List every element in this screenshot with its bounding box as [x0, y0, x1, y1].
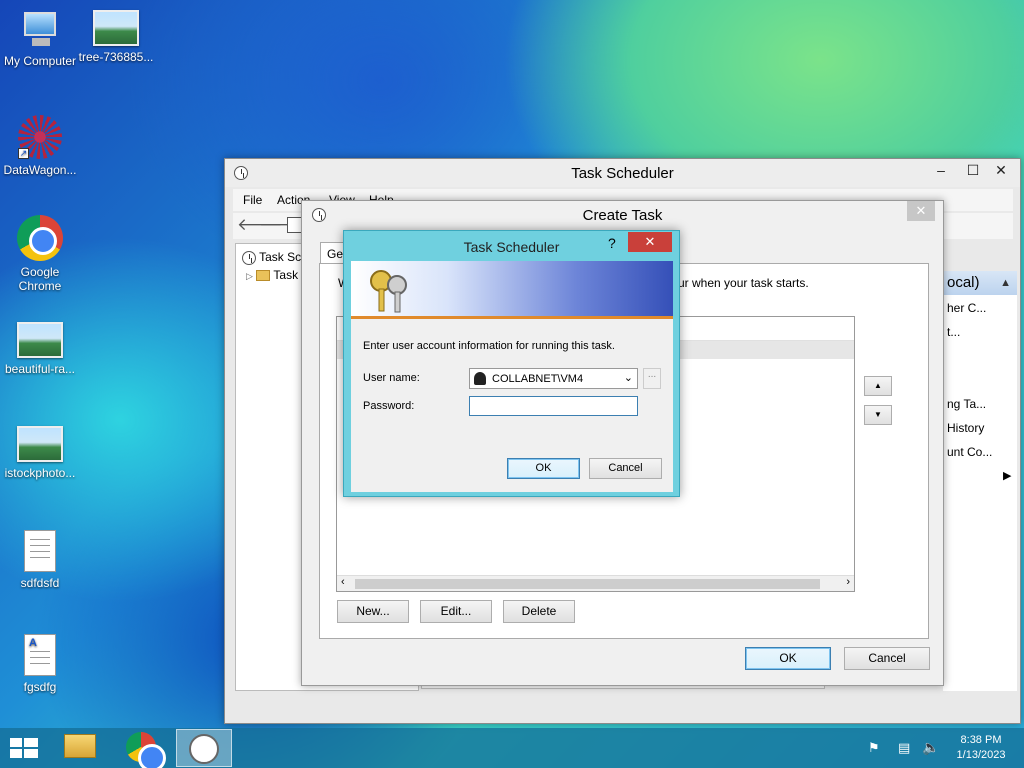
start-button[interactable]: [10, 738, 38, 758]
document-file-icon: A: [24, 634, 56, 676]
desktop-icon-label: tree-736885...: [78, 50, 154, 64]
tree-item-root[interactable]: Task Sc: [242, 250, 301, 265]
action-item[interactable]: History: [947, 421, 984, 435]
chrome-icon: [17, 215, 63, 261]
cancel-button[interactable]: Cancel: [589, 458, 662, 479]
minimize-button[interactable]: –: [926, 159, 956, 181]
title-bar: Task Scheduler ? ✕: [344, 231, 679, 261]
window-title: Task Scheduler: [571, 165, 674, 182]
image-file-icon: [93, 10, 139, 46]
close-button[interactable]: ✕: [986, 159, 1016, 181]
action-item[interactable]: unt Co...: [947, 445, 992, 459]
title-bar: Create Task ✕: [302, 201, 943, 229]
desktop-icon-tree-image[interactable]: tree-736885...: [76, 10, 156, 64]
instruction-text: Enter user account information for runni…: [363, 340, 615, 352]
chrome-icon: [126, 732, 166, 768]
scroll-right-icon[interactable]: ›: [846, 576, 850, 588]
credential-dialog: Task Scheduler ? ✕ Enter user account in…: [343, 230, 680, 497]
action-center-icon[interactable]: ⚑: [868, 740, 880, 756]
scroll-left-icon[interactable]: ‹: [341, 576, 345, 588]
desktop-icon-label: istockphoto...: [4, 466, 76, 480]
password-field[interactable]: [469, 396, 638, 416]
maximize-button[interactable]: ☐: [958, 159, 988, 181]
collapse-up-icon[interactable]: ▲: [1000, 271, 1011, 295]
credential-body: Enter user account information for runni…: [351, 261, 673, 492]
chevron-down-icon[interactable]: ⌄: [624, 371, 633, 384]
actions-pane: ocal) ▲ her C... t... ng Ta... History u…: [943, 271, 1017, 691]
desktop-icon-istockphoto[interactable]: istockphoto...: [0, 426, 80, 480]
browse-users-button[interactable]: ...: [643, 368, 661, 389]
ok-button[interactable]: OK: [507, 458, 580, 479]
move-up-button[interactable]: ▲: [864, 376, 892, 396]
banner: [351, 261, 673, 319]
desktop-icon-label: DataWagon...: [3, 163, 77, 177]
edit-action-button[interactable]: Edit...: [420, 600, 492, 623]
desktop-icon-beautiful-image[interactable]: beautiful-ra...: [0, 322, 80, 376]
desktop-icon-sdfdsfd[interactable]: sdfdsfd: [0, 530, 80, 590]
user-icon: [474, 372, 486, 385]
expand-arrow-icon[interactable]: ▷: [246, 271, 253, 281]
dialog-title: Create Task: [582, 207, 663, 224]
chrome-taskbar-button[interactable]: [126, 732, 166, 768]
file-explorer-taskbar-button[interactable]: [64, 734, 98, 762]
desktop-icon-datawagon[interactable]: ↗ DataWagon...: [0, 115, 80, 177]
username-value: COLLABNET\VM4: [492, 373, 584, 385]
app-shortcut-icon: ↗: [18, 115, 62, 159]
computer-icon: [18, 10, 62, 50]
keys-icon: [370, 270, 407, 313]
text-file-icon: [24, 530, 56, 572]
delete-action-button[interactable]: Delete: [503, 600, 575, 623]
move-down-button[interactable]: ▼: [864, 405, 892, 425]
desktop-icon-google-chrome[interactable]: Google Chrome: [0, 215, 80, 293]
folder-icon: [64, 734, 96, 758]
clock-date: 1/13/2023: [956, 749, 1006, 761]
desktop-icon-label: My Computer: [3, 54, 77, 68]
username-combobox[interactable]: COLLABNET\VM4 ⌄: [469, 368, 638, 389]
username-label: User name:: [363, 372, 420, 384]
tree-item-library[interactable]: ▷ Task: [246, 268, 298, 282]
title-bar: Task Scheduler – ☐ ✕: [225, 159, 1020, 187]
menu-file[interactable]: File: [243, 193, 262, 207]
help-button[interactable]: ?: [608, 235, 616, 251]
desktop-icon-label: Google Chrome: [18, 265, 62, 293]
system-clock[interactable]: 8:38 PM 1/13/2023: [950, 733, 1012, 763]
close-button[interactable]: ✕: [628, 232, 672, 252]
action-item[interactable]: t...: [947, 325, 960, 339]
task-scheduler-icon: [242, 250, 256, 265]
action-item[interactable]: her C...: [947, 301, 986, 315]
close-button[interactable]: ✕: [907, 201, 935, 221]
windows-logo-icon: [10, 738, 38, 758]
new-action-button[interactable]: New...: [337, 600, 409, 623]
password-label: Password:: [363, 400, 415, 412]
clock-icon: [189, 734, 219, 764]
network-icon[interactable]: ▤: [898, 740, 910, 756]
horizontal-scrollbar[interactable]: ‹ ›: [337, 575, 854, 591]
clock-time: 8:38 PM: [960, 734, 1002, 746]
desktop-icon-my-computer[interactable]: My Computer: [0, 10, 80, 68]
action-item[interactable]: ng Ta...: [947, 397, 986, 411]
desktop-icon-label: beautiful-ra...: [4, 362, 76, 376]
ok-button[interactable]: OK: [745, 647, 831, 670]
task-scheduler-taskbar-button[interactable]: [176, 729, 232, 767]
taskbar: ⚑ ▤ 🔈 8:38 PM 1/13/2023: [0, 728, 1024, 768]
image-file-icon: [17, 322, 63, 358]
desktop-icon-fgsdfg[interactable]: A fgsdfg: [0, 634, 80, 694]
volume-icon[interactable]: 🔈: [922, 739, 939, 756]
cancel-button[interactable]: Cancel: [844, 647, 930, 670]
actions-header: ocal) ▲: [943, 271, 1017, 295]
scrollbar-thumb[interactable]: [355, 579, 820, 589]
panel-hint-text: ur when your task starts.: [678, 276, 809, 290]
desktop-icon-label: sdfdsfd: [20, 576, 60, 590]
desktop-icon-label: fgsdfg: [23, 680, 57, 694]
submenu-arrow-icon[interactable]: ▶: [1003, 469, 1011, 482]
image-file-icon: [17, 426, 63, 462]
folder-icon: [256, 270, 271, 282]
